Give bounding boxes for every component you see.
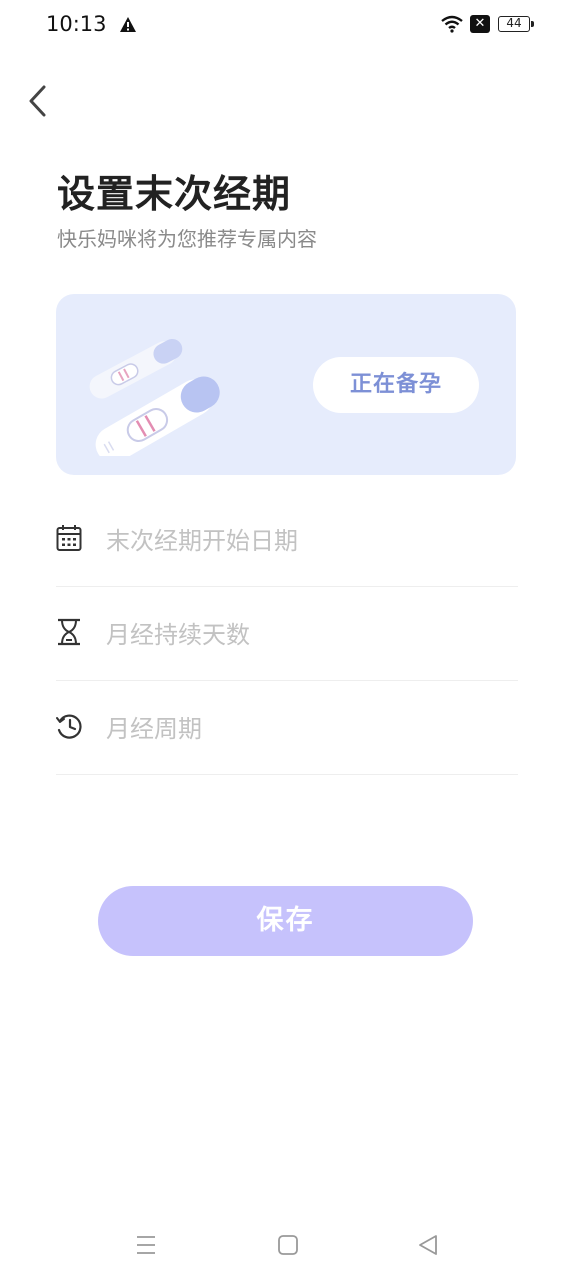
calendar-icon xyxy=(56,525,82,551)
save-button[interactable]: 保存 xyxy=(98,886,473,956)
battery-nub xyxy=(531,21,534,27)
hourglass-icon xyxy=(58,618,80,646)
preparing-pregnancy-button[interactable]: 正在备孕 xyxy=(313,357,479,413)
last-period-date-field[interactable]: 末次经期开始日期 xyxy=(56,492,518,587)
warning-icon xyxy=(120,17,136,32)
period-duration-placeholder: 月经持续天数 xyxy=(106,621,250,649)
status-time: 10:13 xyxy=(46,12,107,36)
status-banner: 正在备孕 xyxy=(56,294,516,475)
wifi-icon xyxy=(441,15,463,33)
menu-icon[interactable] xyxy=(135,1234,157,1256)
page-subtitle: 快乐妈咪将为您推荐专属内容 xyxy=(57,227,317,251)
clock-cycle-icon xyxy=(56,714,82,739)
cycle-length-placeholder: 月经周期 xyxy=(106,715,202,743)
chevron-left-icon[interactable] xyxy=(26,84,50,118)
pregnancy-test-icon xyxy=(89,338,220,456)
period-duration-field[interactable]: 月经持续天数 xyxy=(56,586,518,681)
battery-icon: 44 xyxy=(498,16,530,32)
cycle-length-field[interactable]: 月经周期 xyxy=(56,680,518,775)
page-title: 设置末次经期 xyxy=(57,172,292,216)
home-icon[interactable] xyxy=(277,1234,299,1256)
last-period-date-placeholder: 末次经期开始日期 xyxy=(106,527,298,555)
no-signal-icon: ✕ xyxy=(470,15,490,33)
back-triangle-icon[interactable] xyxy=(416,1233,440,1257)
